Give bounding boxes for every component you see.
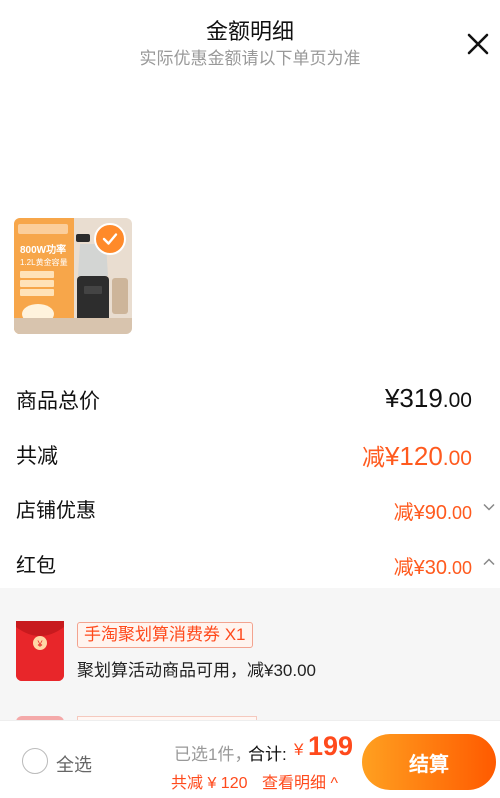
total-discount-prefix: 减: [361, 444, 385, 470]
redpacket-value: 减¥30.00: [394, 551, 472, 580]
redpacket-label: 红包: [16, 555, 56, 577]
page-subtitle: 实际优惠金额请以下单页为准: [139, 49, 361, 68]
total-price-row: 商品总价 ¥319.00: [16, 383, 496, 417]
selected-count: 已选1件，: [174, 745, 252, 764]
chevron-down-icon[interactable]: [482, 500, 496, 514]
red-packet-icon: ¥: [16, 621, 64, 681]
total-discount-row: 共减 减¥120.00: [16, 438, 496, 472]
coupon-tag: 手淘聚划算消费券 X1: [77, 622, 253, 648]
coupon-description: 聚划算活动商品可用，减¥30.00: [77, 661, 316, 680]
store-discount-dec: .00: [446, 503, 472, 523]
redpacket-dec: .00: [446, 558, 472, 578]
total-label: 合计:: [248, 745, 287, 764]
total-discount-int: ¥120: [384, 441, 443, 471]
total-value: 199: [308, 731, 354, 761]
store-discount-prefix: 减: [393, 502, 414, 524]
page-title: 金额明细: [205, 19, 294, 44]
view-details-link[interactable]: 查看明细 ^: [262, 769, 338, 793]
select-all-label[interactable]: 全选: [56, 751, 92, 777]
total-currency: ¥: [294, 740, 304, 759]
redpacket-prefix: 减: [393, 557, 414, 579]
close-icon: [467, 33, 489, 55]
chevron-up-icon[interactable]: [482, 555, 496, 569]
redpacket-int: ¥30: [413, 557, 447, 579]
store-discount-label: 店铺优惠: [16, 500, 96, 522]
product-badge-capacity: 1.2L黄金容量: [20, 257, 68, 267]
total-price-value: ¥319.00: [385, 383, 472, 414]
close-button[interactable]: [462, 28, 494, 60]
store-discount-row[interactable]: 店铺优惠 减¥90.00: [16, 493, 496, 525]
footer-discount: 共减 ¥ 120: [171, 775, 248, 792]
total-discount-value: 减¥120.00: [362, 438, 472, 472]
store-discount-int: ¥90: [413, 502, 447, 524]
svg-text:¥: ¥: [36, 639, 43, 649]
redpacket-row[interactable]: 红包 减¥30.00: [16, 548, 496, 580]
product-badge-power: 800W功率: [20, 243, 66, 256]
total-discount-dec: .00: [442, 447, 472, 470]
header: 金额明细 实际优惠金额请以下单页为准: [0, 0, 500, 80]
total-price-int: ¥319: [384, 383, 443, 413]
checkout-button[interactable]: 结算: [362, 734, 496, 790]
product-selected-checkbox[interactable]: [94, 223, 126, 255]
checkmark-icon: [102, 233, 118, 245]
total-price-dec: .00: [442, 389, 472, 412]
store-discount-value: 减¥90.00: [394, 496, 472, 525]
total-price-label: 商品总价: [16, 390, 100, 413]
total-discount-label: 共减: [16, 445, 58, 468]
select-all-checkbox[interactable]: [22, 748, 48, 774]
